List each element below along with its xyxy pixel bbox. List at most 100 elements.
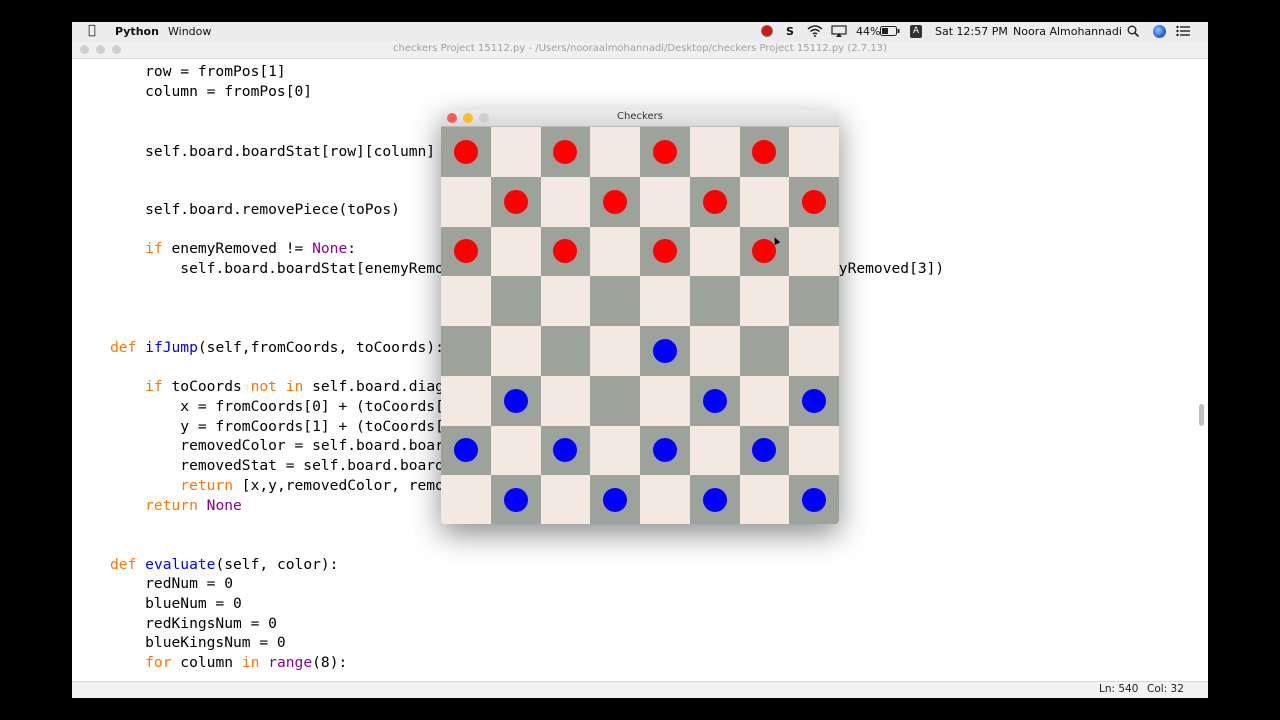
- code-line: removedColor = self.board.board: [110, 437, 452, 454]
- board-square[interactable]: [689, 127, 740, 178]
- board-square[interactable]: [739, 475, 790, 524]
- board-square[interactable]: [739, 276, 790, 327]
- battery-icon[interactable]: [880, 26, 900, 39]
- board-square[interactable]: [490, 425, 541, 476]
- board-square[interactable]: [441, 276, 492, 327]
- board-square[interactable]: [689, 425, 740, 476]
- board-square[interactable]: [689, 326, 740, 377]
- board-square[interactable]: [590, 226, 641, 277]
- blue-piece[interactable]: [652, 338, 677, 363]
- board-square[interactable]: [590, 326, 641, 377]
- code-token: column = fromPos[0]: [110, 83, 313, 100]
- code-line: redNum = 0: [110, 575, 233, 592]
- code-token: x = fromCoords[0] + (toCoords[0: [110, 398, 453, 415]
- siri-icon[interactable]: [1153, 25, 1166, 38]
- code-token: return: [110, 477, 234, 494]
- code-token: None: [206, 497, 242, 514]
- s-status-icon[interactable]: S: [786, 25, 794, 38]
- clock[interactable]: Sat 12:57 PM: [935, 25, 1008, 38]
- code-token: row = fromPos[1]: [110, 63, 286, 80]
- red-piece[interactable]: [802, 189, 827, 214]
- code-token: (8):: [312, 654, 348, 671]
- board-square[interactable]: [540, 375, 591, 426]
- board-square[interactable]: [490, 226, 541, 277]
- code-token: for: [110, 654, 172, 671]
- red-piece[interactable]: [603, 189, 628, 214]
- board-square[interactable]: [441, 375, 492, 426]
- code-token: in: [241, 654, 260, 671]
- code-token: (self, color):: [215, 556, 339, 573]
- spotlight-search-icon[interactable]: [1127, 25, 1140, 40]
- code-token: not in: [250, 378, 304, 395]
- red-piece[interactable]: [652, 139, 677, 164]
- blue-piece[interactable]: [702, 388, 727, 413]
- wifi-icon[interactable]: [807, 25, 823, 40]
- code-token: self.board.boardStat[enemyRemov: [110, 260, 453, 277]
- code-token: [x,y,removedColor, remov: [233, 477, 453, 494]
- code-token: self.board.removePiece(toPos): [110, 201, 400, 218]
- board-square[interactable]: [789, 425, 839, 476]
- airplay-icon[interactable]: [831, 25, 847, 40]
- board-square[interactable]: [540, 475, 591, 524]
- code-fragment-right: nyRemoved[3]): [830, 260, 945, 277]
- board-square[interactable]: [590, 276, 641, 327]
- red-piece[interactable]: [453, 139, 478, 164]
- board-square[interactable]: [789, 326, 839, 377]
- user-name[interactable]: Noora Almohannadi: [1013, 25, 1122, 38]
- board-square[interactable]: [441, 326, 492, 377]
- board-square[interactable]: [789, 127, 839, 178]
- red-piece[interactable]: [503, 189, 528, 214]
- board-square[interactable]: [640, 475, 691, 524]
- blue-piece[interactable]: [503, 488, 528, 513]
- app-menu[interactable]: Python: [115, 25, 159, 38]
- notification-center-icon[interactable]: [1176, 25, 1190, 40]
- vertical-scrollbar[interactable]: [1199, 404, 1204, 426]
- board-square[interactable]: [739, 375, 790, 426]
- code-token: ifJump: [145, 339, 198, 356]
- board-square[interactable]: [590, 127, 641, 178]
- board-square[interactable]: [490, 276, 541, 327]
- code-line: self.board.boardStat[enemyRemov: [110, 260, 453, 277]
- code-token: def: [110, 556, 137, 573]
- board-square[interactable]: [540, 276, 591, 327]
- code-line: x = fromCoords[0] + (toCoords[0: [110, 398, 453, 415]
- code-token: blueKingsNum = 0: [110, 634, 286, 651]
- code-line: def ifJump(self,fromCoords, toCoords):: [110, 339, 444, 356]
- checkers-board[interactable]: [441, 127, 839, 524]
- code-token: return: [110, 497, 198, 514]
- board-square[interactable]: [739, 176, 790, 227]
- board-square[interactable]: [540, 176, 591, 227]
- board-square[interactable]: [789, 226, 839, 277]
- menu-bar:  Python Window S 44% A Sat 12:57 PM Noo…: [72, 22, 1208, 43]
- board-square[interactable]: [590, 375, 641, 426]
- code-line: return None: [110, 497, 242, 514]
- board-square[interactable]: [441, 176, 492, 227]
- red-piece[interactable]: [702, 189, 727, 214]
- code-line: y = fromCoords[1] + (toCoords[1: [110, 418, 452, 435]
- board-square[interactable]: [640, 276, 691, 327]
- window-menu[interactable]: Window: [168, 25, 211, 38]
- board-square[interactable]: [689, 276, 740, 327]
- apple-menu-icon[interactable]: : [88, 23, 96, 38]
- record-icon[interactable]: [762, 26, 772, 36]
- code-line: return [x,y,removedColor, remov: [110, 477, 453, 494]
- board-square[interactable]: [689, 226, 740, 277]
- input-source-icon[interactable]: A: [910, 25, 922, 38]
- board-square[interactable]: [789, 276, 839, 327]
- board-square[interactable]: [590, 425, 641, 476]
- board-square[interactable]: [640, 375, 691, 426]
- code-line: def evaluate(self, color):: [110, 556, 338, 573]
- board-square[interactable]: [640, 176, 691, 227]
- board-square[interactable]: [739, 326, 790, 377]
- blue-piece[interactable]: [503, 388, 528, 413]
- blue-piece[interactable]: [802, 388, 827, 413]
- line-number: Ln: 540: [1099, 683, 1139, 695]
- blue-piece[interactable]: [702, 488, 727, 513]
- board-square[interactable]: [490, 326, 541, 377]
- board-square[interactable]: [441, 475, 492, 524]
- board-square[interactable]: [490, 127, 541, 178]
- board-square[interactable]: [540, 326, 591, 377]
